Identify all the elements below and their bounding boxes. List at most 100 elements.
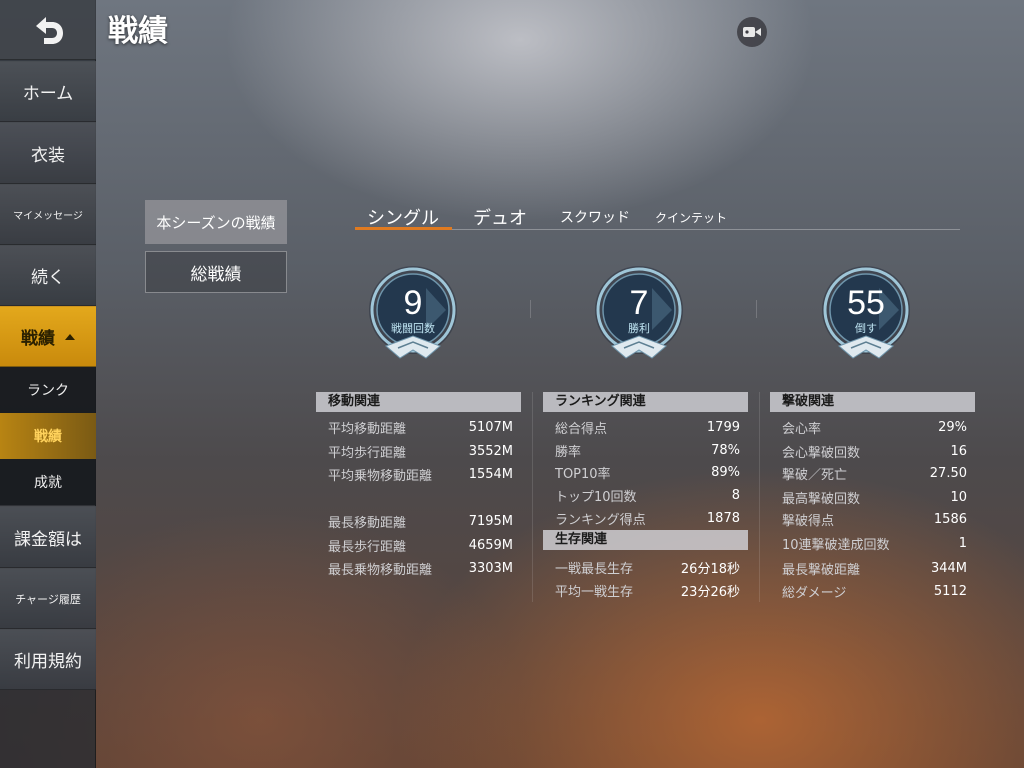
stat-value: 5107M (468, 419, 513, 435)
stat-row: トップ10回数 8 (543, 485, 748, 505)
subitem-achievement[interactable]: 成就 (0, 459, 96, 505)
stat-value: 7195M (468, 513, 513, 529)
wins-badge: 7 勝利 (590, 264, 688, 366)
stat-row: 平均一戦生存 23分26秒 (543, 580, 748, 600)
ranking-panel-title: ランキング関連 (543, 392, 748, 412)
stat-value: 27.50 (929, 465, 967, 481)
subitem-record[interactable]: 戦績 (0, 413, 96, 459)
video-camera-icon (743, 27, 761, 37)
stat-row: 最長歩行距離 4659M (316, 535, 521, 555)
sidebar-item-label: 衣装 (31, 145, 65, 166)
sidebar-item-record[interactable]: 戦績 (0, 306, 96, 367)
sidebar-item-label: チャージ履歴 (15, 592, 81, 606)
sidebar-item-label: 続く (31, 268, 65, 288)
movement-panel-title: 移動関連 (316, 392, 521, 412)
sidebar-item-billing[interactable]: 課金額は (0, 506, 96, 568)
wins-label: 勝利 (628, 322, 650, 335)
movement-panel: 移動関連 平均移動距離 5107M 平均歩行距離 3552M 平均乗物移動距離 … (316, 392, 521, 578)
kills-label: 倒す (855, 322, 877, 335)
sidebar-item-label: 戦績 (21, 329, 55, 349)
tab-single[interactable]: シングル (367, 204, 439, 230)
sidebar-item-label: ホーム (22, 84, 74, 104)
stat-row: 会心撃破回数 16 (770, 441, 975, 461)
stat-value: 89% (711, 464, 740, 480)
sidebar-item-charge-history[interactable]: チャージ履歴 (0, 568, 96, 629)
stat-label: トップ10回数 (555, 489, 637, 505)
battles-label: 戦闘回数 (391, 322, 435, 335)
stat-row: 総ダメージ 5112 (770, 581, 975, 601)
sidebar-item-home[interactable]: ホーム (0, 61, 96, 122)
sidebar: ホーム 衣装 マイメッセージ 続く 戦績 ランク 戦績 成就 課金額は チャージ… (0, 0, 96, 768)
back-arrow-icon (36, 16, 63, 44)
stat-label: 10連撃破達成回数 (782, 537, 890, 553)
subitem-label: 戦績 (34, 429, 62, 445)
sidebar-item-outfit[interactable]: 衣装 (0, 122, 96, 184)
stat-row: 最高撃破回数 10 (770, 487, 975, 507)
battles-value: 9 (403, 284, 423, 322)
stat-value: 26分18秒 (680, 561, 740, 577)
stat-row: 勝率 78% (543, 440, 748, 460)
tab-squad[interactable]: スクワッド (560, 207, 630, 227)
subitem-rank[interactable]: ランク (0, 367, 96, 413)
stat-row: 10連撃破達成回数 1 (770, 533, 975, 553)
caret-up-icon (65, 333, 75, 340)
stat-label: 勝率 (555, 444, 582, 460)
sidebar-item-continue[interactable]: 続く (0, 245, 96, 306)
stat-label: 最長乗物移動距離 (328, 562, 433, 578)
stat-value: 10 (950, 489, 967, 505)
kills-value: 55 (847, 284, 885, 322)
stat-value: 3552M (468, 443, 513, 459)
stat-value: 16 (950, 443, 967, 459)
stat-label: 会心撃破回数 (782, 445, 861, 461)
kills-panel: 撃破関連 会心率 29% 会心撃破回数 16 撃破／死亡 27.50 最高撃破回… (770, 392, 975, 601)
mode-tabs: シングル デュオ スクワッド クインテット (355, 200, 960, 232)
stat-value: 78% (711, 442, 740, 458)
stat-label: 平均歩行距離 (328, 445, 407, 461)
record-button[interactable] (737, 17, 767, 47)
stat-value: 23分26秒 (680, 584, 740, 600)
stat-value: 1554M (468, 466, 513, 482)
stat-row: TOP10率 89% (543, 462, 748, 482)
survival-panel-title: 生存関連 (543, 530, 748, 550)
stat-label: 撃破得点 (782, 513, 835, 529)
stat-label: 最長歩行距離 (328, 539, 407, 555)
stat-value: 29% (938, 419, 967, 435)
sidebar-item-label: マイメッセージ (13, 211, 83, 222)
tab-quintet[interactable]: クインテット (655, 209, 727, 226)
stat-label: 会心率 (782, 421, 822, 437)
stat-value: 1586 (933, 511, 967, 527)
stat-value: 5112 (933, 583, 967, 599)
total-record-label: 総戦績 (190, 264, 242, 285)
stat-row: 最長乗物移動距離 3303M (316, 558, 521, 578)
back-button[interactable] (0, 0, 96, 60)
stat-label: 最長撃破距離 (782, 562, 861, 578)
badge-divider (530, 300, 531, 318)
current-season-label: 本シーズンの戦績 (156, 213, 276, 232)
sidebar-item-label: 課金額は (14, 529, 82, 550)
current-season-button[interactable]: 本シーズンの戦績 (145, 200, 287, 244)
stat-row: 最長移動距離 7195M (316, 511, 521, 531)
subitem-label: 成就 (34, 475, 62, 491)
stat-row: 会心率 29% (770, 417, 975, 437)
stat-label: ランキング得点 (555, 512, 646, 528)
sidebar-item-terms[interactable]: 利用規約 (0, 629, 96, 690)
stat-label: 総ダメージ (782, 585, 847, 601)
tab-duo[interactable]: デュオ (473, 204, 527, 230)
kills-badge: 55 倒す (817, 264, 915, 366)
stat-row: 平均歩行距離 3552M (316, 441, 521, 461)
stat-value: 1 (958, 535, 967, 551)
stat-label: 平均移動距離 (328, 421, 407, 437)
stat-label: 平均乗物移動距離 (328, 468, 433, 484)
stat-row: 平均乗物移動距離 1554M (316, 464, 521, 484)
total-record-button[interactable]: 総戦績 (145, 251, 287, 293)
stat-value: 344M (930, 560, 967, 576)
stat-value: 8 (731, 487, 740, 503)
stat-label: 最高撃破回数 (782, 491, 861, 507)
stat-row: 撃破得点 1586 (770, 509, 975, 529)
page-title: 戦績 (108, 14, 168, 49)
stat-value: 1799 (706, 419, 740, 435)
sidebar-item-messages[interactable]: マイメッセージ (0, 184, 96, 245)
stat-row: 最長撃破距離 344M (770, 558, 975, 578)
stat-label: 総合得点 (555, 421, 608, 437)
panel-divider (532, 392, 533, 602)
